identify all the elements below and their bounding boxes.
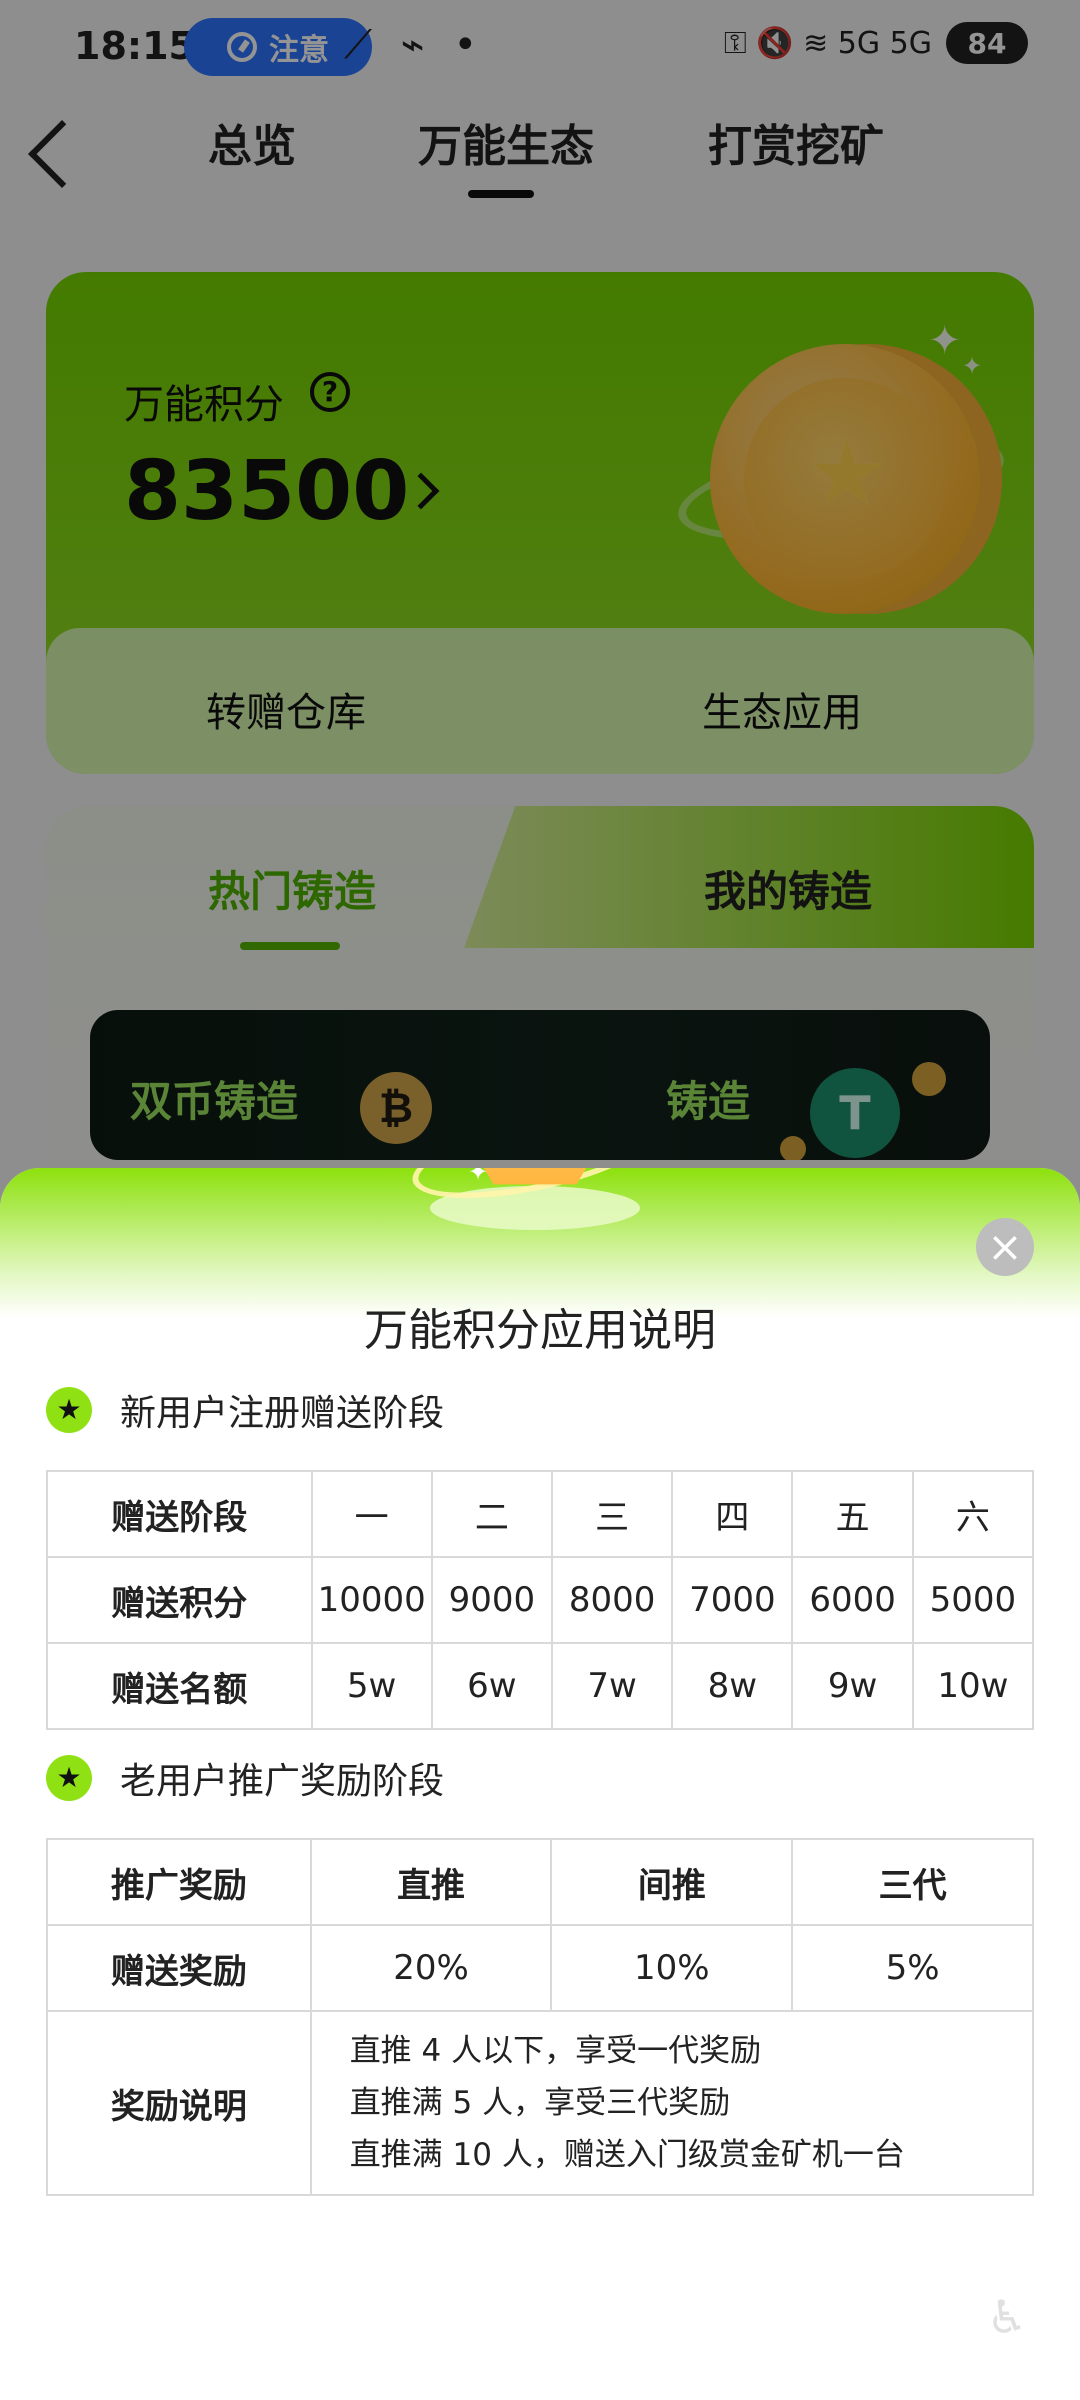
table-cell: 10w — [911, 1642, 1035, 1730]
sparkle-icon: ✦ — [468, 1168, 489, 1186]
table-cell: 三 — [550, 1470, 674, 1558]
medal-illustration: ★ ✦ ✦ ✦ — [405, 1168, 665, 1308]
table-cell: 5000 — [911, 1556, 1035, 1644]
table-cell: 二 — [430, 1470, 554, 1558]
section-bullet: ★ — [46, 1755, 92, 1801]
reward-notes-cell: 直推 4 人以下，享受一代奖励 直推满 5 人，享受三代奖励 直推满 10 人，… — [309, 2010, 1035, 2196]
table-row: 赠送奖励 20% 10% 5% — [46, 1924, 1034, 2012]
table-cell: 10% — [550, 1924, 794, 2012]
table-row: 奖励说明 直推 4 人以下，享受一代奖励 直推满 5 人，享受三代奖励 直推满 … — [46, 2010, 1035, 2196]
close-icon[interactable]: × — [976, 1218, 1034, 1276]
old-user-section-title: ★ 老用户推广奖励阶段 — [46, 1752, 444, 1804]
table-cell: 10000 — [310, 1556, 433, 1644]
new-user-title: 新用户注册赠送阶段 — [120, 1393, 445, 1434]
accessibility-icon[interactable]: ♿ — [982, 2292, 1032, 2342]
table-cell: 6w — [430, 1642, 554, 1730]
table-header: 推广奖励 — [46, 1838, 312, 1926]
table-cell: 7w — [550, 1642, 674, 1730]
new-user-section-title: ★ 新用户注册赠送阶段 — [46, 1384, 444, 1436]
table-cell: 直推 — [309, 1838, 553, 1926]
table-header: 赠送名额 — [46, 1642, 313, 1730]
table-cell: 五 — [791, 1470, 914, 1558]
section-bullet: ★ — [46, 1387, 92, 1433]
table-cell: 7000 — [671, 1556, 794, 1644]
reward-note-line: 直推满 10 人，赠送入门级赏金矿机一台 — [349, 2137, 905, 2173]
table-row: 赠送阶段 一 二 三 四 五 六 — [46, 1470, 1035, 1558]
table-cell: 6000 — [791, 1556, 914, 1644]
star-icon: ★ — [56, 1761, 82, 1794]
table-cell: 一 — [310, 1470, 433, 1558]
table-header: 赠送积分 — [46, 1556, 313, 1644]
table-cell: 8000 — [550, 1556, 674, 1644]
table-header: 赠送奖励 — [46, 1924, 312, 2012]
old-user-title: 老用户推广奖励阶段 — [120, 1761, 445, 1802]
table-cell: 5w — [310, 1642, 433, 1730]
points-description-modal: ★ ✦ ✦ ✦ × 万能积分应用说明 ★ 新用户注册赠送阶段 赠送阶段 一 二 … — [0, 1168, 1080, 2400]
table-header: 赠送阶段 — [46, 1470, 313, 1558]
modal-title: 万能积分应用说明 — [364, 1305, 716, 1356]
table-row: 赠送名额 5w 6w 7w 8w 9w 10w — [46, 1642, 1035, 1730]
table-cell: 20% — [309, 1924, 553, 2012]
table-row: 推广奖励 直推 间推 三代 — [46, 1838, 1034, 1926]
old-user-table: 推广奖励 直推 间推 三代 赠送奖励 20% 10% 5% 奖励说明 直推 4 … — [46, 1838, 1035, 2196]
table-row: 赠送积分 10000 9000 8000 7000 6000 5000 — [46, 1556, 1035, 1644]
table-cell: 8w — [671, 1642, 794, 1730]
new-user-table: 赠送阶段 一 二 三 四 五 六 赠送积分 10000 9000 8000 70… — [46, 1470, 1035, 1730]
table-cell: 5% — [791, 1924, 1034, 2012]
reward-note-line: 直推 4 人以下，享受一代奖励 — [349, 2033, 762, 2069]
reward-note-line: 直推满 5 人，享受三代奖励 — [349, 2085, 731, 2121]
star-icon: ★ — [56, 1393, 82, 1426]
table-cell: 间推 — [550, 1838, 794, 1926]
table-cell: 9w — [791, 1642, 914, 1730]
table-header: 奖励说明 — [46, 2010, 312, 2196]
table-cell: 三代 — [791, 1838, 1034, 1926]
app-screen: 18:15 注意 ⟋ ⌁ • ⚿ 🔇 ≋ 5G 5G 84 总览 万能生态 打赏… — [0, 0, 1080, 2400]
table-cell: 六 — [911, 1470, 1035, 1558]
table-cell: 四 — [671, 1470, 794, 1558]
table-cell: 9000 — [430, 1556, 554, 1644]
